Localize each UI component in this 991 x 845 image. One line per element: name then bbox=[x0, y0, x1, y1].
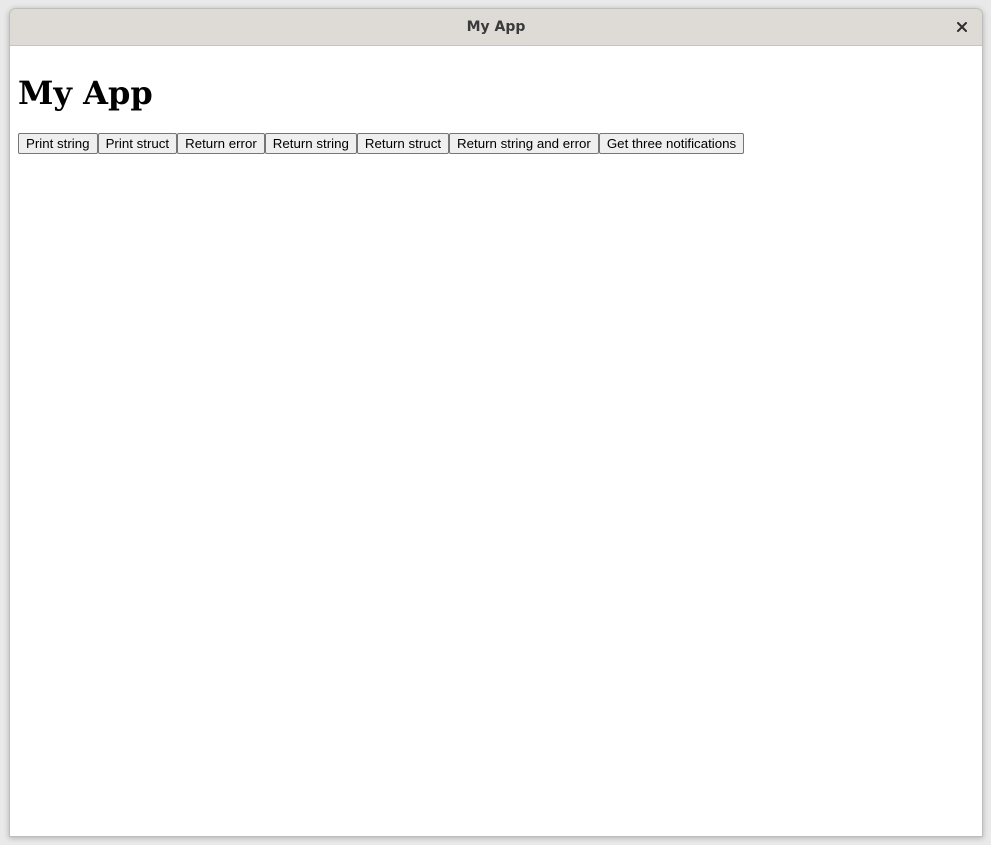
close-icon bbox=[957, 22, 967, 32]
page-title: My App bbox=[18, 74, 153, 112]
app-window: My App My App Print string Print struct … bbox=[9, 8, 983, 837]
page-content: My App Print string Print struct Return … bbox=[10, 46, 982, 162]
return-string-button[interactable]: Return string bbox=[264, 133, 357, 154]
return-string-and-error-button[interactable]: Return string and error bbox=[449, 133, 599, 154]
button-row: Print string Print struct Return error R… bbox=[18, 133, 974, 154]
window-title: My App bbox=[466, 19, 526, 35]
close-button[interactable] bbox=[952, 17, 972, 37]
return-error-button[interactable]: Return error bbox=[177, 133, 265, 154]
title-bar[interactable]: My App bbox=[10, 9, 982, 46]
return-struct-button[interactable]: Return struct bbox=[356, 133, 450, 154]
print-struct-button[interactable]: Print struct bbox=[97, 133, 178, 154]
get-three-notifications-button[interactable]: Get three notifications bbox=[598, 133, 745, 154]
print-string-button[interactable]: Print string bbox=[18, 133, 98, 154]
